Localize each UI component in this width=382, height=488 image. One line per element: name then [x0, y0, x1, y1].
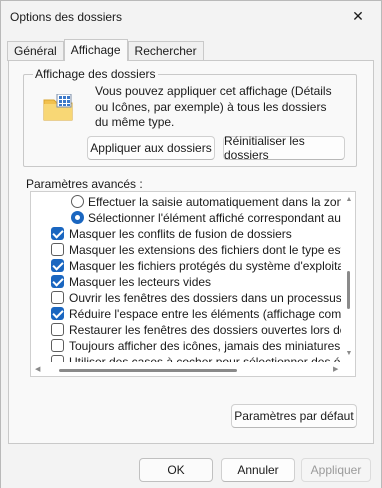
apply-to-folders-button[interactable]: Appliquer aux dossiers [87, 136, 215, 160]
scroll-right-icon[interactable]: ▶ [333, 365, 338, 373]
folder-views-legend: Affichage des dossiers [33, 67, 158, 81]
restore-defaults-button[interactable]: Paramètres par défaut [231, 404, 357, 428]
vertical-scrollbar[interactable]: ▲ ▼ [343, 192, 355, 362]
vertical-scroll-thumb[interactable] [347, 271, 350, 309]
scroll-up-icon[interactable]: ▲ [345, 196, 353, 204]
folder-views-description: Vous pouvez appliquer cet affichage (Dét… [95, 84, 332, 129]
apply-button[interactable]: Appliquer [301, 458, 371, 482]
list-item[interactable]: Masquer les fichiers protégés du système… [31, 258, 341, 274]
checkbox[interactable] [51, 339, 64, 352]
advanced-settings-list[interactable]: Effectuer la saisie automatiquement dans… [30, 191, 356, 377]
radio-button[interactable] [71, 195, 84, 208]
reset-folders-button[interactable]: Réinitialiser les dossiers [223, 134, 345, 162]
checkbox[interactable] [51, 323, 64, 336]
tab-search[interactable]: Rechercher [127, 41, 204, 61]
checkbox-checked[interactable] [51, 227, 64, 240]
folder-options-dialog: Options des dossiers ✕ Général Affichage… [0, 0, 382, 488]
list-item[interactable]: Masquer les conflits de fusion de dossie… [31, 226, 341, 242]
advanced-settings-label: Paramètres avancés : [26, 177, 143, 191]
close-icon: ✕ [352, 8, 364, 24]
close-button[interactable]: ✕ [335, 1, 381, 32]
list-item[interactable]: Effectuer la saisie automatiquement dans… [31, 194, 341, 210]
list-item[interactable]: Masquer les extensions des fichiers dont… [31, 242, 341, 258]
checkbox[interactable] [51, 243, 64, 256]
checkbox-checked[interactable] [51, 259, 64, 272]
cancel-button[interactable]: Annuler [221, 458, 295, 482]
scroll-down-icon[interactable]: ▼ [345, 350, 353, 358]
title-bar[interactable]: Options des dossiers ✕ [1, 1, 381, 32]
list-item[interactable]: Masquer les lecteurs vides [31, 274, 341, 290]
checkbox-checked[interactable] [51, 275, 64, 288]
list-item[interactable]: Réduire l'espace entre les éléments (aff… [31, 306, 341, 322]
list-item[interactable]: Sélectionner l'élément affiché correspon… [31, 210, 341, 226]
window-title: Options des dossiers [10, 10, 123, 24]
list-item[interactable]: Ouvrir les fenêtres des dossiers dans un… [31, 290, 341, 306]
horizontal-scroll-thumb[interactable] [59, 369, 237, 372]
list-item[interactable]: Restaurer les fenêtres des dossiers ouve… [31, 322, 341, 338]
checkbox[interactable] [51, 291, 64, 304]
checkbox-checked[interactable] [51, 307, 64, 320]
folder-grid-icon [43, 94, 73, 121]
scroll-left-icon[interactable]: ◀ [35, 365, 40, 373]
tab-view[interactable]: Affichage [63, 39, 128, 61]
horizontal-scrollbar[interactable]: ◀ ▶ [31, 362, 345, 376]
tab-strip: Général Affichage Rechercher [7, 39, 204, 61]
ok-button[interactable]: OK [139, 458, 213, 482]
radio-button-selected[interactable] [71, 211, 84, 224]
list-item[interactable]: Toujours afficher des icônes, jamais des… [31, 338, 341, 354]
tab-general[interactable]: Général [7, 41, 64, 61]
